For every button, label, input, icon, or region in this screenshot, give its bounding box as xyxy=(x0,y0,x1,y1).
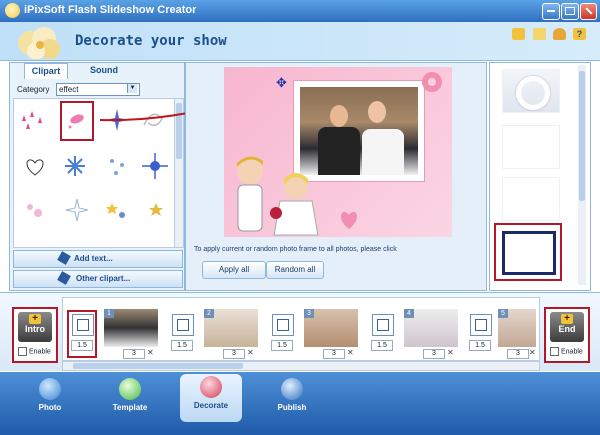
add-icon: + xyxy=(29,314,41,324)
add-icon: + xyxy=(561,314,573,324)
delete-icon[interactable]: ✕ xyxy=(247,348,254,357)
photo-icon xyxy=(39,378,61,400)
other-clipart-button[interactable]: Other clipart... xyxy=(13,270,183,288)
delete-icon[interactable]: ✕ xyxy=(529,348,536,357)
delete-icon[interactable]: ✕ xyxy=(147,348,154,357)
minimize-button[interactable] xyxy=(542,3,560,20)
photo-card[interactable]: 4 3 ✕ xyxy=(403,308,459,359)
transition-item[interactable]: 1.5 xyxy=(467,312,493,356)
pencil-icon xyxy=(57,271,71,285)
clipart-heart-icon[interactable] xyxy=(20,151,50,181)
save-icon[interactable] xyxy=(533,28,546,40)
no-frame-item[interactable] xyxy=(502,69,560,113)
app-icon xyxy=(5,3,20,18)
maximize-button[interactable] xyxy=(561,3,579,20)
transition-item[interactable]: 1.5 xyxy=(369,312,395,356)
category-label: Category xyxy=(17,85,50,94)
delete-icon[interactable]: ✕ xyxy=(347,348,354,357)
close-button[interactable] xyxy=(580,3,597,20)
end-slot[interactable]: + End Enable xyxy=(544,307,590,363)
clipart-stars-icon[interactable] xyxy=(102,195,132,225)
help-icon[interactable]: ? xyxy=(573,28,586,40)
add-text-button[interactable]: Add text... xyxy=(13,250,183,268)
clipart-petal-selected[interactable] xyxy=(60,101,94,141)
template-icon xyxy=(119,378,141,400)
bulb-icon[interactable] xyxy=(553,28,566,40)
intro-enable-checkbox[interactable] xyxy=(18,347,27,356)
nav-photo[interactable]: Photo xyxy=(20,376,80,412)
frame-item[interactable] xyxy=(502,177,560,221)
transition-item[interactable]: 1.5 xyxy=(269,312,295,356)
flower-logo-icon xyxy=(18,27,60,59)
preview-stage[interactable]: ✥ xyxy=(224,67,452,237)
heart-icon xyxy=(200,376,222,398)
pink-flower-icon xyxy=(422,72,442,92)
transition-item[interactable]: 1.5 xyxy=(169,312,195,356)
clipart-star-burst-icon[interactable] xyxy=(140,151,170,181)
photo-card[interactable]: 5 3 ✕ xyxy=(497,308,537,359)
folder-icon[interactable] xyxy=(512,28,525,40)
clipart-drops-icon[interactable] xyxy=(18,105,48,135)
clipart-snowflake-icon[interactable] xyxy=(60,151,90,181)
window-title: iPixSoft Flash Slideshow Creator xyxy=(24,4,197,16)
end-enable-checkbox[interactable] xyxy=(550,347,559,356)
timeline-strip: 1.5 1 3 ✕ 1.5 2 3 ✕ 1.5 3 3 ✕ 1.5 4 3 ✕ … xyxy=(62,297,540,361)
photo-card[interactable]: 2 3 ✕ xyxy=(203,308,259,359)
clipart-dots-icon[interactable] xyxy=(102,151,132,181)
frame-item[interactable] xyxy=(502,125,560,169)
intro-slot[interactable]: + Intro Enable xyxy=(12,307,58,363)
tab-clipart[interactable]: Clipart xyxy=(24,63,68,79)
move-cursor-icon: ✥ xyxy=(276,75,287,90)
tab-sound[interactable]: Sound xyxy=(84,63,124,78)
clipart-star-outline-icon[interactable] xyxy=(62,195,92,225)
frame-list-panel xyxy=(489,62,591,291)
photo-card[interactable]: 3 3 ✕ xyxy=(303,308,359,359)
preview-panel: ✥ To apply current or random photo frame… xyxy=(185,62,487,291)
nav-template[interactable]: Template xyxy=(100,376,160,412)
frame-scrollbar[interactable] xyxy=(578,65,586,285)
page-title: Decorate your show xyxy=(75,33,227,49)
bride-groom-clipart-icon xyxy=(237,156,319,236)
clipart-pink-sparkles-icon[interactable] xyxy=(20,195,50,225)
title-bar: iPixSoft Flash Slideshow Creator xyxy=(0,0,600,22)
frame-item-selected[interactable] xyxy=(494,223,562,281)
random-all-button[interactable]: Random all xyxy=(266,261,324,279)
photo-card[interactable]: 1 3 ✕ xyxy=(103,308,159,359)
apply-all-button[interactable]: Apply all xyxy=(202,261,266,279)
no-frame-icon xyxy=(516,76,550,110)
nav-decorate[interactable]: Decorate xyxy=(180,374,242,422)
delete-icon[interactable]: ✕ xyxy=(447,348,454,357)
pencil-icon xyxy=(57,251,71,265)
transition-item[interactable]: 1.5 xyxy=(67,310,97,358)
globe-icon xyxy=(281,378,303,400)
timeline-panel: + Intro Enable 1.5 1 3 ✕ 1.5 2 3 ✕ 1.5 3 … xyxy=(0,292,600,371)
clipart-gold-star-icon[interactable] xyxy=(142,195,172,225)
timeline-scrollbar[interactable] xyxy=(62,361,540,371)
nav-publish[interactable]: Publish xyxy=(262,376,322,412)
apply-hint-text: To apply current or random photo frame t… xyxy=(194,246,397,253)
pink-heart-icon xyxy=(340,211,358,229)
